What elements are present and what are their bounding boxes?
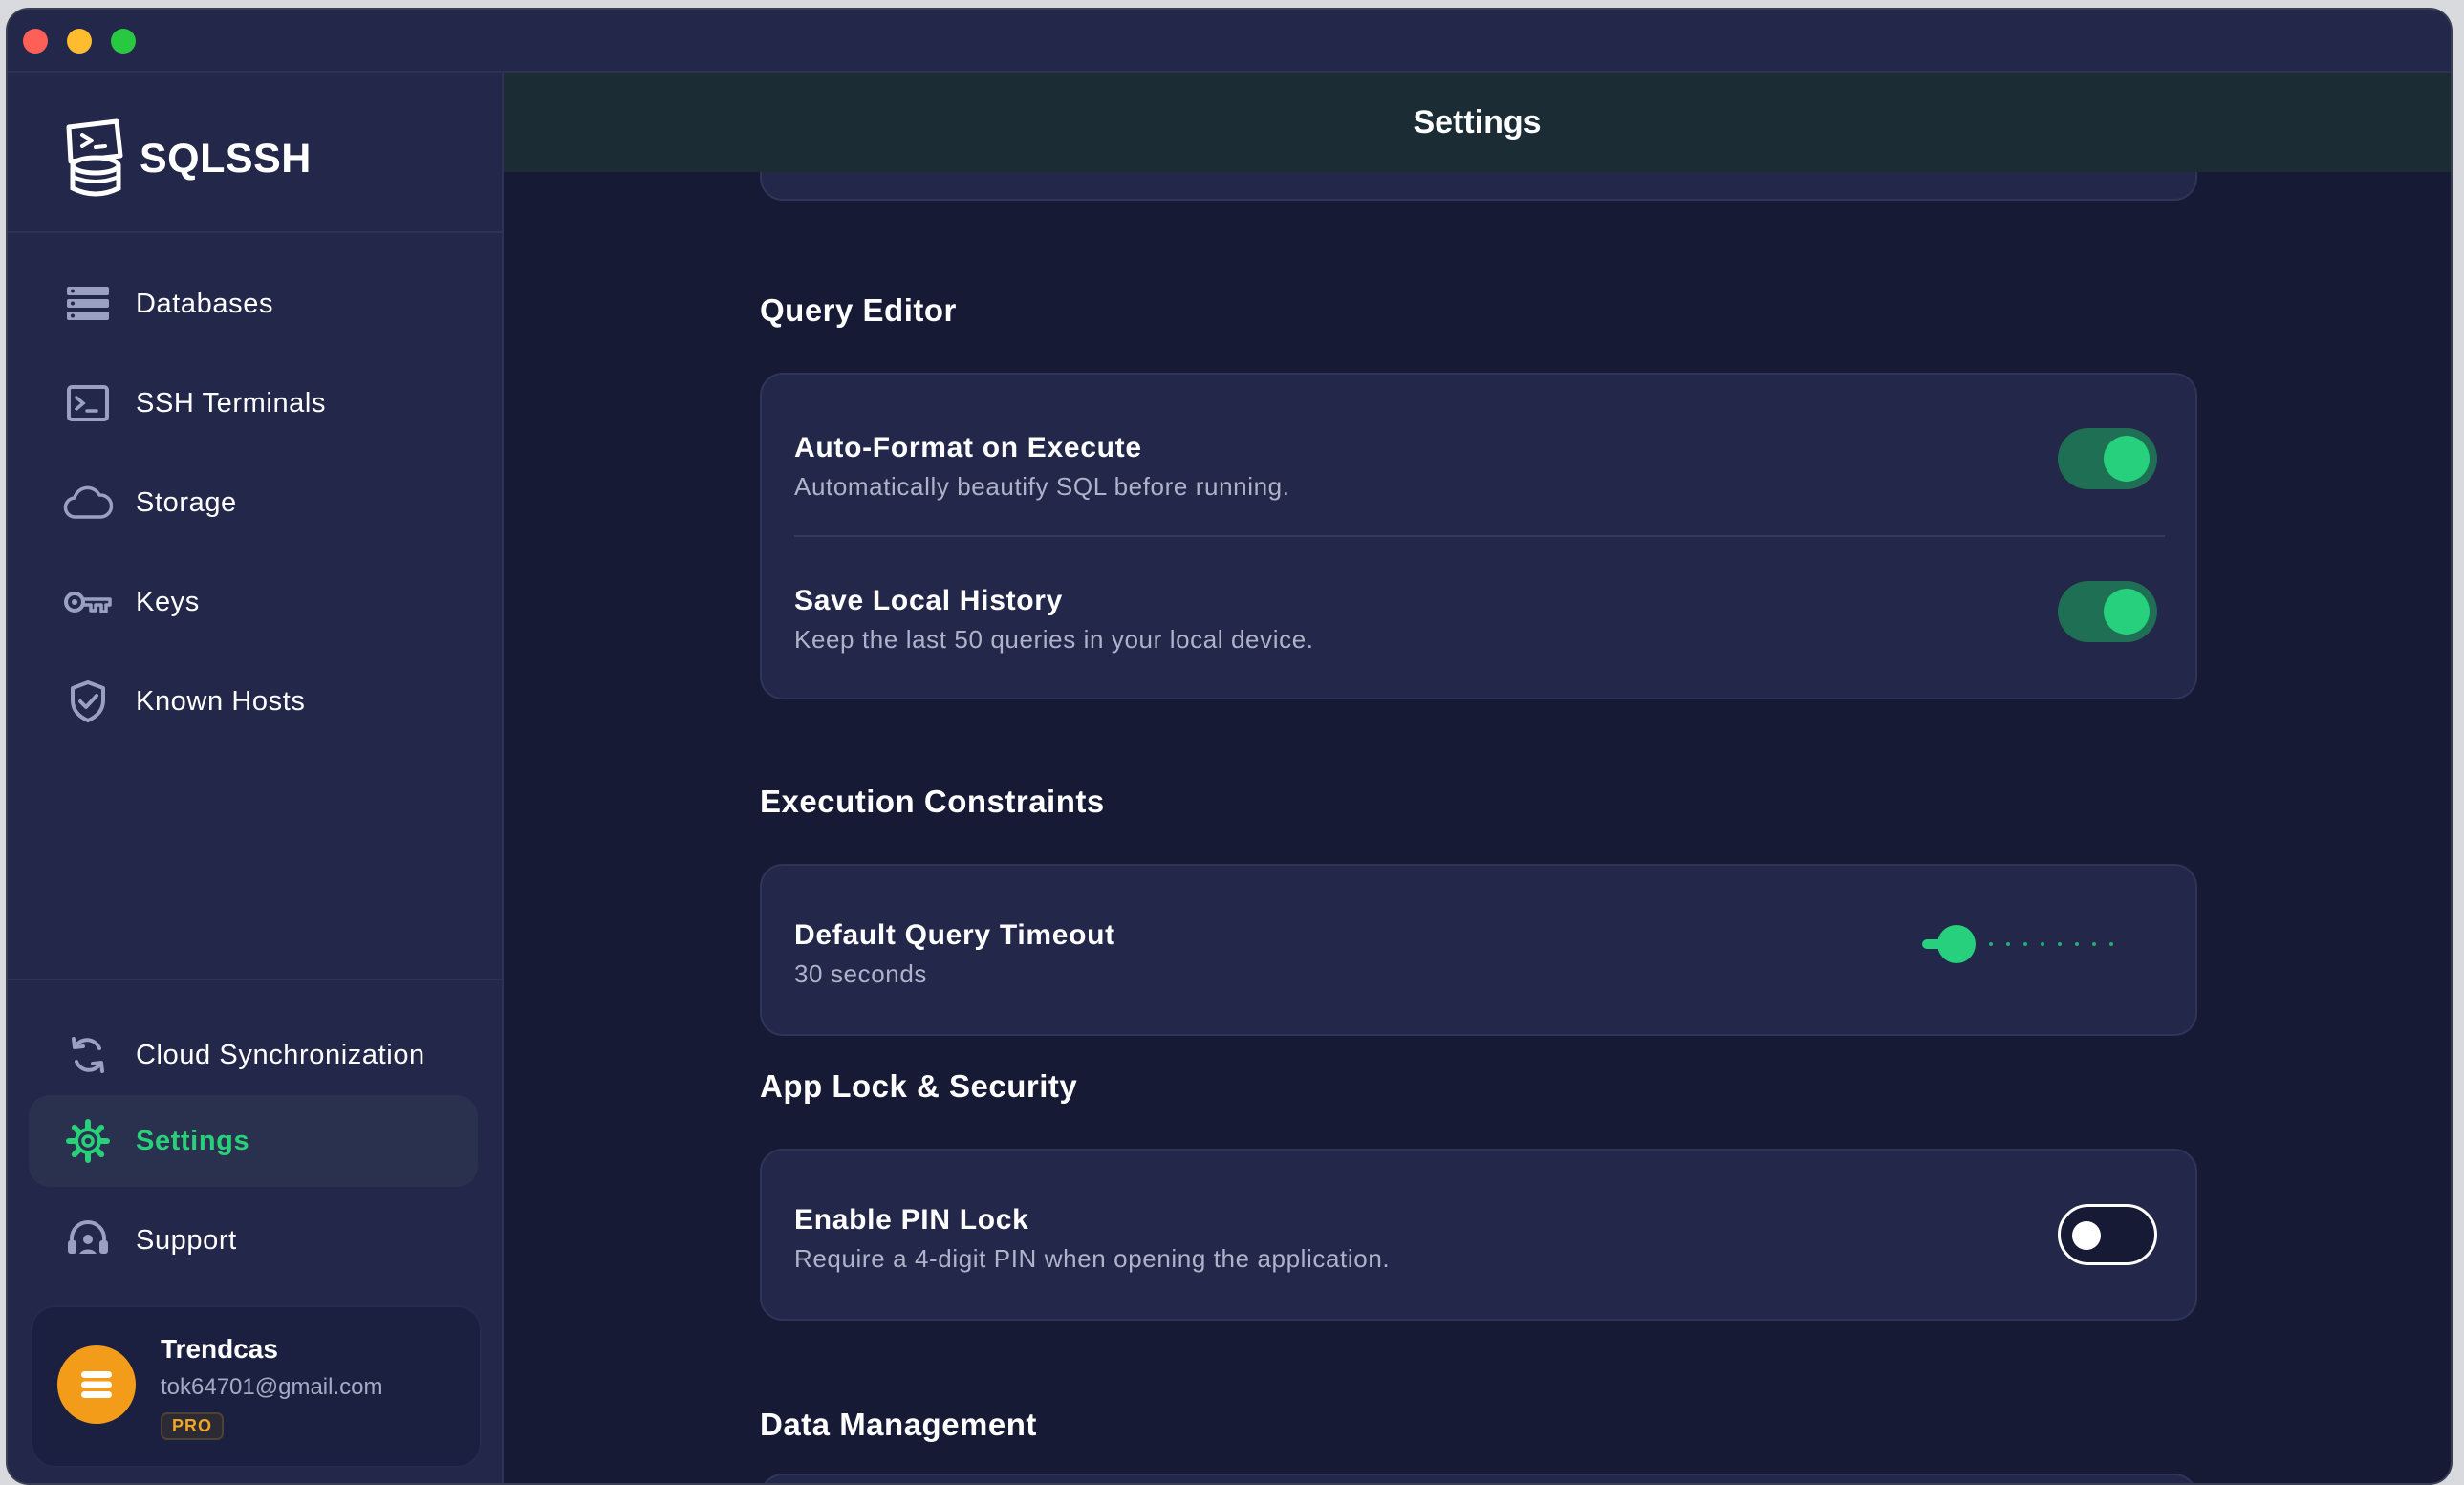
query-editor-card: Auto-Format on Execute Automatically bea… (760, 373, 2197, 699)
brand-logo: SQLSSH (57, 117, 312, 201)
cloud-icon (61, 476, 115, 529)
sidebar: SQLSSH Databases SSH Terminals Storage K… (8, 73, 504, 1483)
database-icon (81, 1371, 112, 1398)
title-bar (8, 10, 2451, 73)
sidebar-item-label: Settings (136, 1125, 250, 1156)
minimize-window-button[interactable] (67, 29, 92, 54)
sidebar-item-label: Databases (136, 288, 274, 319)
section-title-app-lock: App Lock & Security (760, 1068, 1078, 1104)
setting-description-auto-format: Automatically beautify SQL before runnin… (794, 472, 1290, 501)
setting-description-save-history: Keep the last 50 queries in your local d… (794, 625, 1314, 654)
key-icon (61, 575, 115, 629)
section-title-query-editor: Query Editor (760, 292, 957, 328)
headset-icon (61, 1214, 115, 1267)
sidebar-item-settings[interactable]: Settings (29, 1095, 478, 1187)
sidebar-item-label: Known Hosts (136, 685, 306, 717)
sync-icon (61, 1028, 115, 1082)
sidebar-item-cloud-synchronization[interactable]: Cloud Synchronization (29, 1009, 478, 1101)
sidebar-divider (8, 231, 502, 233)
page-title: Settings (504, 73, 2451, 172)
gear-icon (61, 1114, 115, 1168)
profile-name: Trendcas (161, 1334, 278, 1364)
sidebar-item-databases[interactable]: Databases (29, 258, 478, 350)
slider-thumb[interactable] (1937, 925, 1976, 963)
user-profile-card[interactable]: Trendcas tok64701@gmail.com PRO (31, 1305, 482, 1468)
zoom-window-button[interactable] (111, 29, 136, 54)
profile-email: tok64701@gmail.com (161, 1374, 383, 1400)
query-timeout-slider[interactable] (1918, 923, 2129, 965)
shield-check-icon (61, 675, 115, 728)
setting-title-pin-lock: Enable PIN Lock (794, 1204, 1029, 1236)
settings-content: Settings Query Editor Auto-Format on Exe… (504, 73, 2451, 1483)
save-history-toggle[interactable] (2058, 581, 2157, 642)
sidebar-item-label: SSH Terminals (136, 387, 327, 419)
section-title-data-management: Data Management (760, 1407, 1037, 1442)
sidebar-divider (8, 979, 502, 980)
data-management-card (760, 1474, 2197, 1483)
sidebar-item-label: Keys (136, 586, 200, 617)
sidebar-item-storage[interactable]: Storage (29, 457, 478, 549)
execution-constraints-card: Default Query Timeout 30 seconds (760, 864, 2197, 1036)
sidebar-item-label: Cloud Synchronization (136, 1039, 425, 1070)
row-divider (794, 535, 2165, 537)
setting-title-query-timeout: Default Query Timeout (794, 919, 1115, 951)
setting-description-pin-lock: Require a 4-digit PIN when opening the a… (794, 1244, 1391, 1273)
sidebar-item-support[interactable]: Support (29, 1194, 478, 1286)
setting-title-auto-format: Auto-Format on Execute (794, 432, 1142, 463)
sidebar-item-keys[interactable]: Keys (29, 556, 478, 648)
app-window: SQLSSH Databases SSH Terminals Storage K… (8, 10, 2451, 1483)
terminal-icon (61, 377, 115, 430)
auto-format-toggle[interactable] (2058, 428, 2157, 489)
close-window-button[interactable] (23, 29, 48, 54)
brand-name: SQLSSH (140, 135, 312, 182)
query-timeout-value: 30 seconds (794, 959, 927, 988)
pin-lock-toggle[interactable] (2058, 1204, 2157, 1265)
sidebar-item-known-hosts[interactable]: Known Hosts (29, 656, 478, 747)
section-title-execution-constraints: Execution Constraints (760, 784, 1105, 819)
app-lock-card: Enable PIN Lock Require a 4-digit PIN wh… (760, 1149, 2197, 1321)
sidebar-item-ssh-terminals[interactable]: SSH Terminals (29, 357, 478, 449)
setting-title-save-history: Save Local History (794, 585, 1064, 616)
avatar (57, 1345, 136, 1424)
database-list-icon (61, 277, 115, 331)
sidebar-item-label: Storage (136, 486, 237, 518)
sqlssh-logo-icon (66, 118, 123, 197)
sidebar-item-label: Support (136, 1224, 237, 1256)
pro-badge: PRO (161, 1412, 225, 1440)
